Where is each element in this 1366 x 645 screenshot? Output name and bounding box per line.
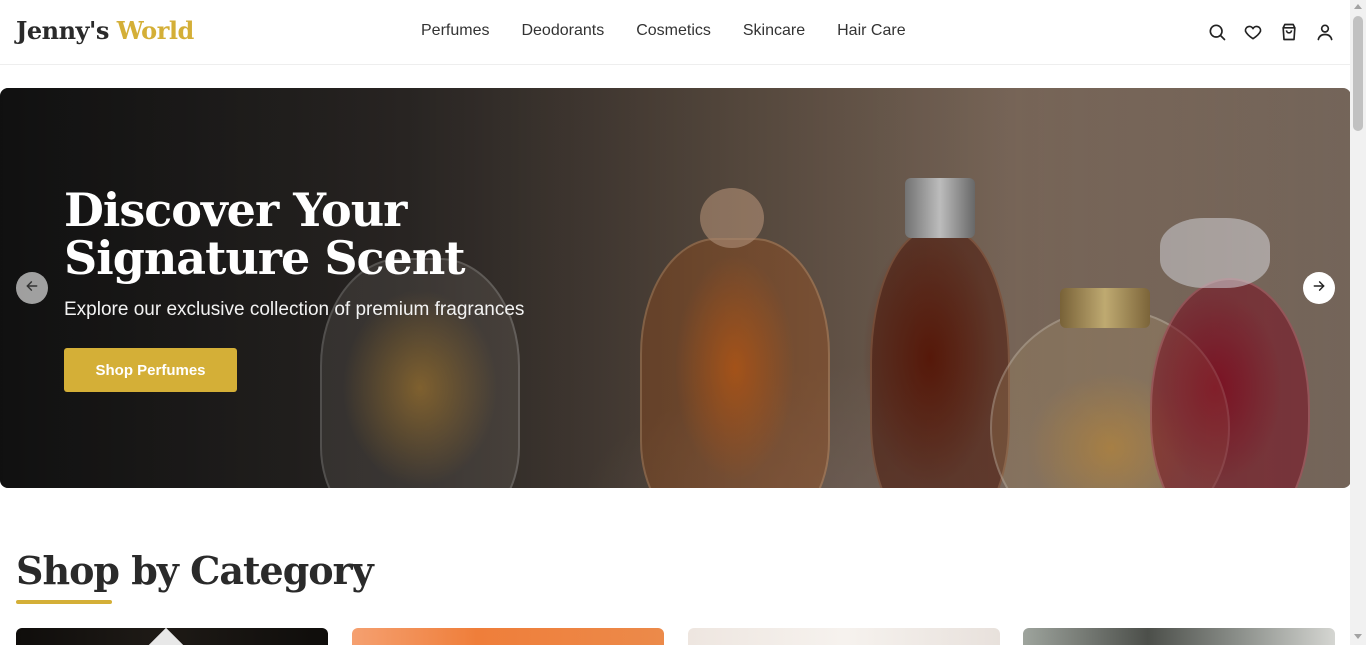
hero-title-line1: Discover Your [64,183,407,237]
section-title-categories: Shop by Category [16,548,374,593]
hero-carousel: Discover Your Signature Scent Explore ou… [0,88,1351,488]
category-card[interactable] [16,628,328,645]
hero-title-line2: Signature Scent [64,231,466,285]
shop-perfumes-button[interactable]: Shop Perfumes [64,348,237,392]
page-scrollbar[interactable] [1350,0,1366,645]
search-icon[interactable] [1205,20,1229,44]
user-icon[interactable] [1313,20,1337,44]
arrow-right-icon [1312,279,1326,298]
arrow-left-icon [25,279,39,298]
nav-item-hair-care[interactable]: Hair Care [821,20,921,42]
shopping-bag-icon[interactable] [1277,20,1301,44]
scrollbar-thumb[interactable] [1353,16,1363,131]
hero-subtitle: Explore our exclusive collection of prem… [64,299,525,320]
heart-icon[interactable] [1241,20,1265,44]
section-title-underline [16,600,112,604]
site-logo[interactable]: Jenny's World [16,16,194,45]
site-header: Jenny's World Perfumes Deodorants Cosmet… [0,0,1350,65]
header-actions [1205,20,1337,44]
hero-title: Discover Your Signature Scent [64,186,624,282]
logo-text-accent: World [116,16,195,45]
nav-item-cosmetics[interactable]: Cosmetics [620,20,727,42]
scroll-up-arrow-icon[interactable] [1354,4,1362,9]
carousel-next-button[interactable] [1303,272,1335,304]
scroll-down-arrow-icon[interactable] [1354,634,1362,639]
category-card[interactable] [688,628,1000,645]
logo-text-primary: Jenny's [16,16,109,45]
category-card[interactable] [352,628,664,645]
category-card[interactable] [1023,628,1335,645]
nav-item-perfumes[interactable]: Perfumes [405,20,505,42]
nav-item-skincare[interactable]: Skincare [727,20,821,42]
carousel-prev-button[interactable] [16,272,48,304]
nav-item-deodorants[interactable]: Deodorants [505,20,620,42]
hero-overlay [0,88,1351,488]
main-nav: Perfumes Deodorants Cosmetics Skincare H… [405,20,922,42]
category-card-image [144,628,188,645]
